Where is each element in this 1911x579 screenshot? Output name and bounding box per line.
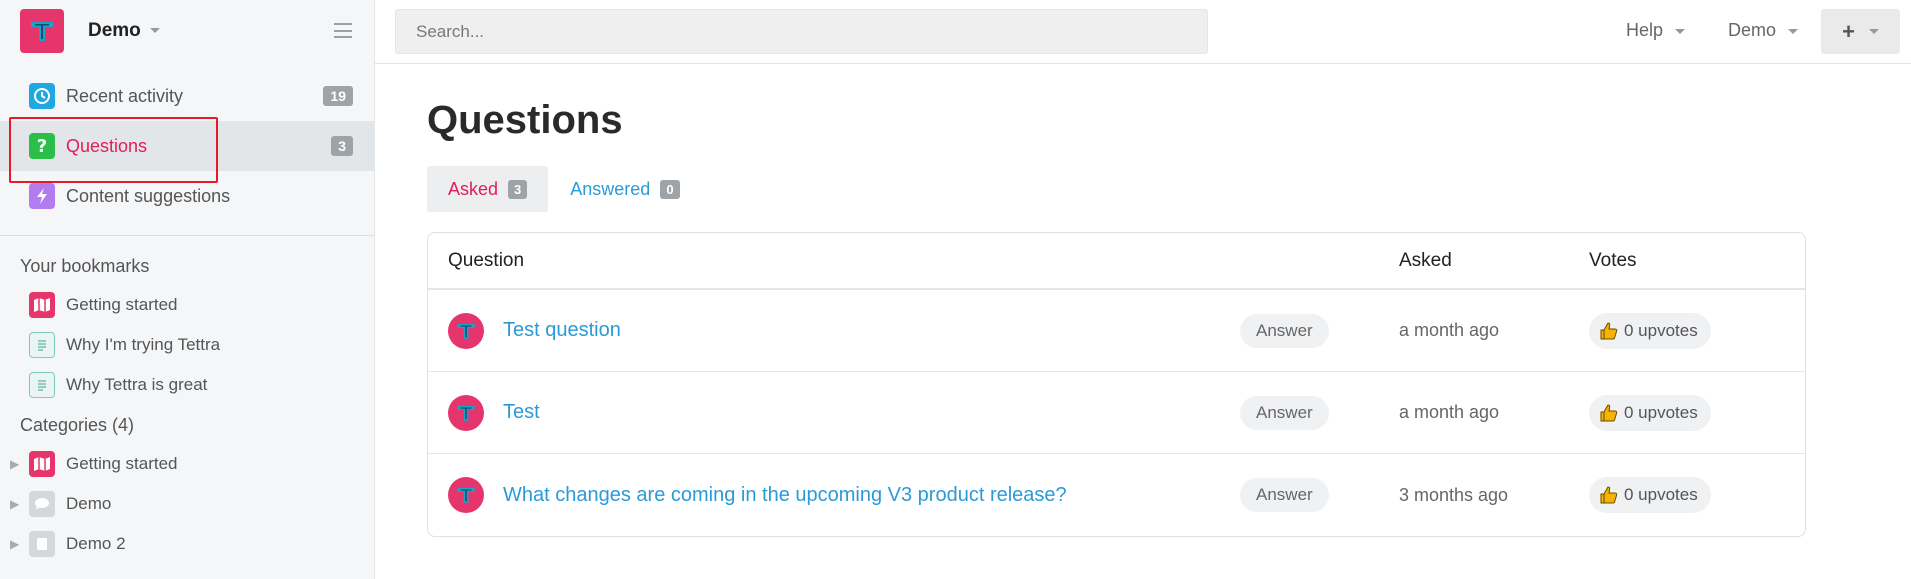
page-content: Questions Asked 3 Answered 0 Question As…: [427, 64, 1867, 537]
asked-time: a month ago: [1399, 402, 1500, 422]
document-icon: [29, 332, 55, 358]
question-title-link[interactable]: Test question: [503, 319, 621, 342]
tettra-logo-icon: [31, 22, 53, 41]
question-title-link[interactable]: Test: [503, 401, 540, 424]
category-label: Demo 2: [66, 534, 126, 553]
chevron-down-icon: [1868, 29, 1879, 34]
expand-arrow-icon[interactable]: ▶: [10, 497, 19, 511]
column-header-question: Question: [448, 249, 525, 271]
sidebar-header: Demo: [0, 0, 374, 62]
app-root: Demo Recent activity 19 ? Questions 3 Co…: [0, 0, 1911, 579]
thumbs-up-icon: [1600, 403, 1618, 421]
categories-heading: Categories (4): [20, 415, 135, 435]
avatar[interactable]: [448, 312, 484, 349]
expand-arrow-icon[interactable]: ▶: [10, 457, 19, 471]
category-item[interactable]: ▶ Demo: [0, 484, 374, 524]
avatar[interactable]: [448, 394, 484, 431]
category-item[interactable]: ▶ Demo 2: [0, 524, 374, 564]
help-label: Help: [1626, 20, 1664, 40]
upvote-button[interactable]: 0 upvotes: [1589, 477, 1711, 513]
chat-icon: [29, 491, 55, 517]
top-bar: Help Demo +: [375, 0, 1911, 64]
page-title: Questions: [427, 98, 623, 142]
tab-count-badge: 0: [660, 179, 680, 199]
tab-asked[interactable]: Asked 3: [427, 166, 549, 212]
main-area: Help Demo + Questions Asked 3 Answered 0: [375, 0, 1911, 579]
question-title-link[interactable]: What changes are coming in the upcoming …: [503, 484, 1067, 507]
bookmark-label: Getting started: [66, 295, 178, 314]
bookmark-item[interactable]: Why Tettra is great: [0, 365, 374, 405]
book-icon: [29, 531, 55, 557]
workspace-name: Demo: [88, 20, 141, 41]
user-menu[interactable]: Demo: [1728, 20, 1799, 41]
map-icon: [29, 451, 55, 477]
question-icon: ?: [29, 133, 55, 159]
questions-table: Question Asked Votes Test question Answe…: [427, 232, 1806, 537]
table-header: Question Asked Votes: [428, 233, 1805, 290]
answer-button[interactable]: Answer: [1240, 395, 1329, 430]
chevron-down-icon: [1675, 28, 1686, 34]
workspace-switcher[interactable]: Demo: [88, 20, 160, 42]
category-label: Demo: [66, 494, 112, 513]
bookmarks-heading: Your bookmarks: [20, 256, 150, 276]
count-badge: 19: [323, 86, 353, 106]
tettra-logo[interactable]: [20, 9, 64, 53]
category-item[interactable]: ▶ Getting started: [0, 444, 374, 484]
table-row: What changes are coming in the upcoming …: [428, 454, 1805, 536]
column-header-asked: Asked: [1399, 249, 1452, 271]
vote-count: 0 upvotes: [1624, 485, 1698, 504]
bookmark-label: Why Tettra is great: [66, 375, 208, 394]
tettra-logo-icon: [457, 323, 475, 339]
thumbs-up-icon: [1600, 486, 1618, 504]
answer-button[interactable]: Answer: [1240, 478, 1329, 512]
bookmark-item[interactable]: Getting started: [0, 285, 374, 325]
menu-toggle-icon[interactable]: [334, 23, 352, 38]
column-header-votes: Votes: [1589, 249, 1637, 271]
avatar[interactable]: [448, 477, 484, 513]
nav-label: Questions: [66, 135, 148, 156]
create-new-button[interactable]: +: [1821, 9, 1900, 54]
document-icon: [29, 372, 55, 398]
user-label: Demo: [1728, 20, 1777, 40]
nav-recent-activity[interactable]: Recent activity 19: [0, 71, 374, 121]
question-tabs: Asked 3 Answered 0: [427, 166, 1867, 212]
asked-time: 3 months ago: [1399, 484, 1509, 505]
map-icon: [29, 292, 55, 318]
nav-label: Recent activity: [66, 85, 184, 106]
sidebar: Demo Recent activity 19 ? Questions 3 Co…: [0, 0, 375, 579]
thumbs-up-icon: [1600, 321, 1618, 339]
tab-label: Asked: [448, 178, 499, 199]
bookmark-item[interactable]: Why I'm trying Tettra: [0, 325, 374, 365]
clock-icon: [29, 83, 55, 109]
search-input[interactable]: [395, 9, 1208, 54]
bolt-icon: [29, 183, 55, 209]
tab-answered[interactable]: Answered 0: [549, 166, 700, 212]
category-label: Getting started: [66, 454, 178, 473]
vote-count: 0 upvotes: [1624, 402, 1698, 422]
nav-label: Content suggestions: [66, 185, 231, 206]
plus-icon: +: [1842, 18, 1855, 44]
vote-count: 0 upvotes: [1624, 320, 1698, 340]
count-badge: 3: [331, 136, 353, 156]
tettra-logo-icon: [457, 487, 475, 503]
help-menu[interactable]: Help: [1626, 20, 1686, 41]
table-row: Test Answer a month ago 0 upvotes: [428, 372, 1805, 454]
upvote-button[interactable]: 0 upvotes: [1589, 312, 1711, 349]
tettra-logo-icon: [457, 405, 475, 421]
asked-time: a month ago: [1399, 320, 1500, 340]
bookmark-label: Why I'm trying Tettra: [66, 335, 221, 354]
expand-arrow-icon[interactable]: ▶: [10, 537, 19, 551]
chevron-down-icon: [1788, 28, 1799, 34]
nav-content-suggestions[interactable]: Content suggestions: [0, 171, 374, 221]
chevron-down-icon: [149, 28, 160, 34]
answer-button[interactable]: Answer: [1240, 313, 1329, 348]
nav-questions[interactable]: ? Questions 3: [0, 121, 374, 171]
tab-count-badge: 3: [508, 179, 528, 199]
upvote-button[interactable]: 0 upvotes: [1589, 394, 1711, 431]
tab-label: Answered: [570, 178, 651, 199]
table-row: Test question Answer a month ago 0 upvot…: [428, 290, 1805, 372]
